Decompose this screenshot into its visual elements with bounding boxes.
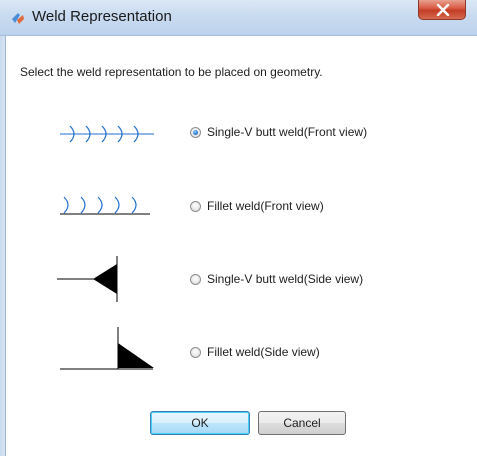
option-fillet-side[interactable]: Fillet weld(Side view) (190, 344, 320, 360)
single-v-front-symbol (60, 125, 154, 143)
single-v-side-symbol (57, 256, 118, 302)
window-frame-left (0, 36, 6, 456)
title-bar[interactable]: Weld Representation (0, 0, 477, 36)
option-label: Fillet weld(Front view) (207, 199, 324, 213)
option-label: Fillet weld(Side view) (207, 345, 320, 359)
close-button[interactable] (418, 0, 466, 20)
close-icon (436, 4, 450, 16)
fillet-front-symbol (60, 196, 150, 215)
instruction-text: Select the weld representation to be pla… (20, 65, 323, 79)
radio-fillet-front[interactable] (190, 200, 201, 212)
cancel-button[interactable]: Cancel (258, 411, 346, 435)
option-label: Single-V butt weld(Front view) (207, 125, 368, 139)
app-icon (12, 13, 24, 24)
ok-button[interactable]: OK (150, 411, 250, 435)
option-single-v-side[interactable]: Single-V butt weld(Side view) (190, 271, 363, 287)
radio-single-v-side[interactable] (190, 273, 201, 285)
radio-single-v-front[interactable] (190, 126, 201, 138)
option-label: Single-V butt weld(Side view) (207, 272, 364, 286)
option-fillet-front[interactable]: Fillet weld(Front view) (190, 198, 324, 214)
radio-fillet-side[interactable] (190, 346, 201, 358)
fillet-side-symbol (60, 327, 154, 370)
window-title: Weld Representation (32, 8, 172, 25)
option-single-v-front[interactable]: Single-V butt weld(Front view) (190, 124, 367, 140)
